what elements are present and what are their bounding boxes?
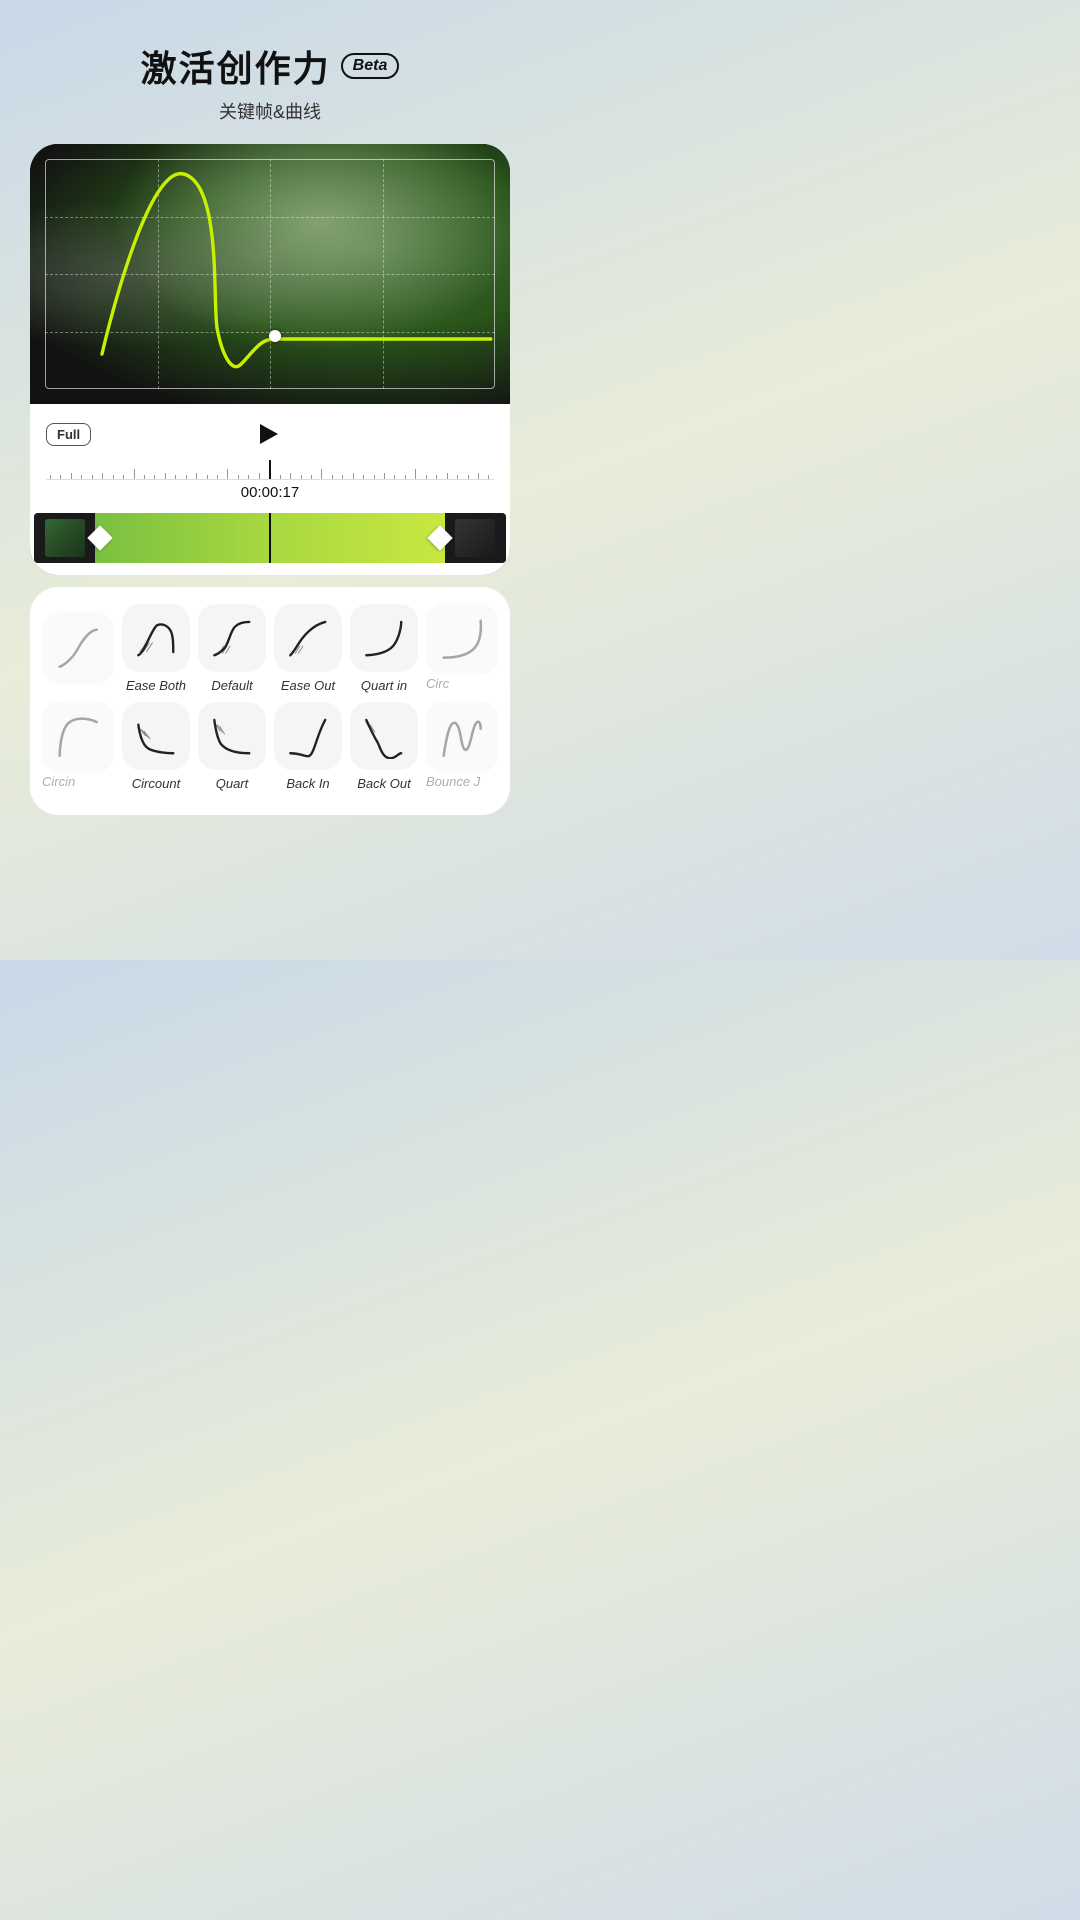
easing-card-circount[interactable]: [122, 702, 190, 770]
easing-partial-right-2: Bounce J: [426, 701, 498, 791]
header: 激活创作力 Beta 关键帧&曲线: [20, 40, 520, 124]
header-subtitle: 关键帧&曲线: [20, 98, 520, 124]
easing-card-quart[interactable]: [198, 702, 266, 770]
full-badge[interactable]: Full: [46, 423, 91, 446]
easing-card-back-in[interactable]: [274, 702, 342, 770]
easing-partial-right-1: Circ: [426, 603, 498, 693]
easing-label-quart: Quart: [216, 776, 249, 791]
easing-item-quart: Quart: [198, 702, 266, 791]
page-container: 激活创作力 Beta 关键帧&曲线: [0, 0, 540, 960]
timeline-cursor: [269, 460, 271, 479]
controls-bar: Full: [30, 404, 510, 460]
animation-curve: [30, 144, 510, 404]
easing-item-circount: Circount: [122, 702, 190, 791]
easing-card-quart-in[interactable]: [350, 604, 418, 672]
timeline-ruler[interactable]: [46, 460, 494, 480]
play-button[interactable]: [250, 416, 286, 452]
easing-label-default: Default: [211, 678, 252, 693]
easing-label-bounce-j: Bounce J: [426, 774, 480, 789]
timeline-timestamp: 00:00:17: [46, 480, 494, 505]
easing-card-back-out[interactable]: [350, 702, 418, 770]
easing-label-quart-in: Quart in: [361, 678, 407, 693]
filmstrip[interactable]: [34, 513, 506, 563]
page-title: 激活创作力: [141, 40, 331, 92]
easing-item-quart-in: Quart in: [350, 604, 418, 693]
timeline-section: 00:00:17: [30, 460, 510, 513]
easing-card-ease-out[interactable]: [274, 604, 342, 672]
filmstrip-container: [30, 513, 510, 575]
easing-panel: Ease Both Default: [30, 587, 510, 815]
easing-item-ease-out: Ease Out: [274, 604, 342, 693]
easing-partial-left-2: Circin: [42, 701, 114, 791]
filmstrip-cursor: [269, 513, 271, 563]
easing-label-circin: Circin: [42, 774, 75, 789]
curve-control-point[interactable]: [269, 330, 281, 342]
easing-row-2: Circin Circount: [42, 701, 498, 791]
easing-item-ease-both: Ease Both: [122, 604, 190, 693]
easing-label-ease-out: Ease Out: [281, 678, 335, 693]
easing-card-partial-left[interactable]: [42, 612, 114, 684]
easing-card-bounce-j[interactable]: [426, 701, 498, 773]
easing-label-circount: Circount: [132, 776, 180, 791]
easing-label-ease-both: Ease Both: [126, 678, 186, 693]
easing-item-default: Default: [198, 604, 266, 693]
easing-item-back-in: Back In: [274, 702, 342, 791]
easing-row-2-main: Circount Quart: [122, 702, 418, 791]
filmstrip-right-dark: [445, 513, 506, 563]
easing-partial-left-1: [42, 612, 114, 684]
easing-card-partial-left-2[interactable]: [42, 701, 114, 773]
easing-label-back-out: Back Out: [357, 776, 410, 791]
easing-label-back-in: Back In: [286, 776, 329, 791]
easing-row-1: Ease Both Default: [42, 603, 498, 693]
beta-badge: Beta: [341, 53, 400, 79]
easing-card-default[interactable]: [198, 604, 266, 672]
filmstrip-left-dark: [34, 513, 95, 563]
video-card: Full: [30, 144, 510, 575]
easing-card-ease-both[interactable]: [122, 604, 190, 672]
easing-row-1-main: Ease Both Default: [122, 604, 418, 693]
easing-label-circ: Circ: [426, 676, 449, 691]
easing-item-back-out: Back Out: [350, 702, 418, 791]
play-icon: [260, 424, 278, 444]
video-preview: [30, 144, 510, 404]
easing-card-partial-right[interactable]: [426, 603, 498, 675]
